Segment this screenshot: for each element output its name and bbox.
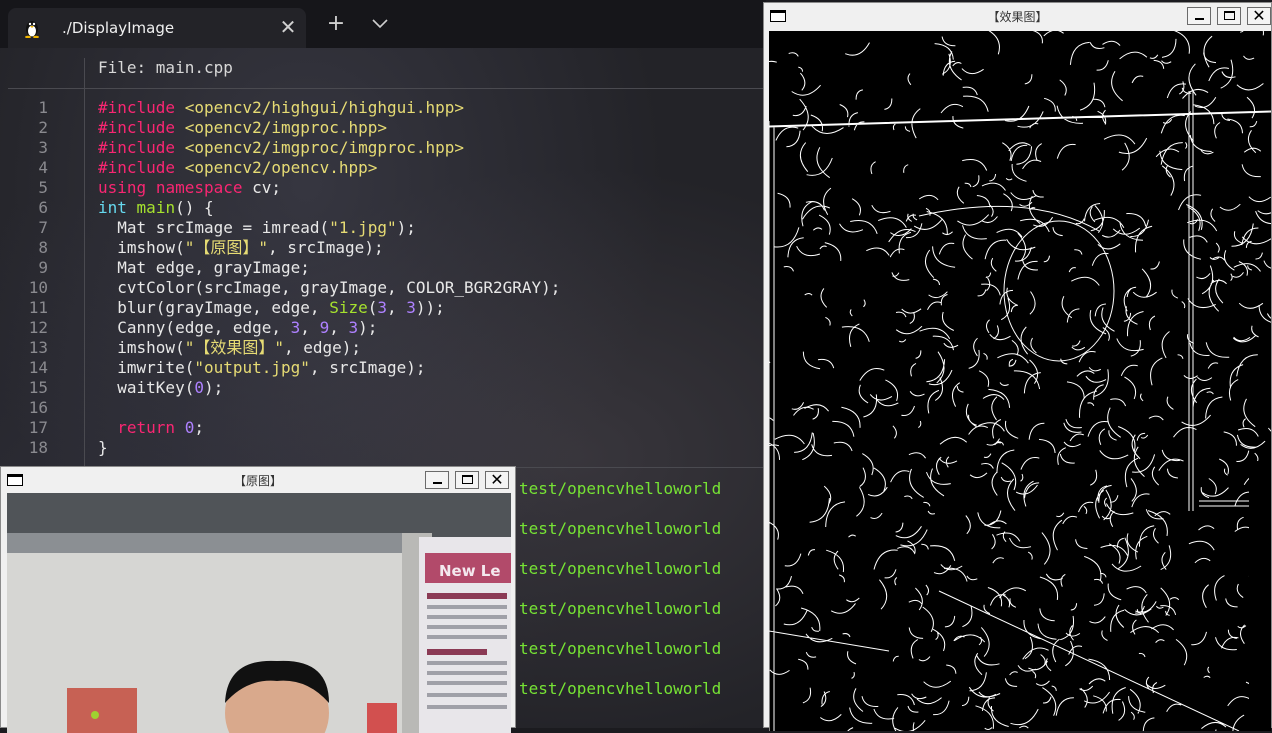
terminal-output-line: test/opencvhelloworld <box>519 559 722 578</box>
new-tab-button[interactable]: + <box>322 12 350 36</box>
code-line: #include <opencv2/imgproc/imgproc.hpp> <box>98 138 465 157</box>
close-button[interactable]: ✕ <box>485 470 509 489</box>
canny-edge-image <box>769 31 1271 731</box>
original-photo: New Le <box>7 493 511 733</box>
maximize-button[interactable] <box>455 471 479 489</box>
code-line: using namespace cv; <box>98 178 282 197</box>
tab-close-icon[interactable]: ✕ <box>276 15 300 39</box>
code-line: return 0; <box>117 418 204 437</box>
line-number: 16 <box>28 398 48 417</box>
linux-penguin-icon <box>25 21 39 38</box>
line-number: 4 <box>38 158 48 177</box>
code-line: #include <opencv2/imgproc.hpp> <box>98 118 387 137</box>
file-header: File: main.cpp <box>98 58 233 77</box>
line-number: 11 <box>28 298 48 317</box>
code-line: } <box>98 438 108 457</box>
line-number: 3 <box>38 138 48 157</box>
minimize-icon <box>1195 18 1204 20</box>
tab-title: ./DisplayImage <box>62 19 175 37</box>
code-line: imwrite("output.jpg", srcImage); <box>98 358 426 377</box>
code-line: Mat edge, grayImage; <box>98 258 310 277</box>
code-line: cvtColor(srcImage, grayImage, COLOR_BGR2… <box>98 278 561 297</box>
maximize-icon <box>1224 11 1235 20</box>
line-number: 14 <box>28 358 48 377</box>
maximize-icon <box>462 475 473 484</box>
code-line: #include <opencv2/highgui/highgui.hpp> <box>98 98 465 117</box>
minimize-button[interactable] <box>1187 7 1211 25</box>
line-number: 7 <box>38 218 48 237</box>
svg-text:New Le: New Le <box>439 562 501 580</box>
line-number: 2 <box>38 118 48 137</box>
terminal-output-line: test/opencvhelloworld <box>519 479 722 498</box>
original-photo-drawing: New Le <box>7 493 511 733</box>
close-button[interactable]: ✕ <box>1247 6 1271 25</box>
window-titlebar[interactable]: 【效果图】 ✕ <box>764 3 1271 29</box>
code-line: Mat srcImage = imread("1.jpg"); <box>98 218 416 237</box>
line-number: 10 <box>28 278 48 297</box>
terminal-output-line: test/opencvhelloworld <box>519 519 722 538</box>
terminal-output-line: test/opencvhelloworld <box>519 639 722 658</box>
line-number: 5 <box>38 178 48 197</box>
line-number: 9 <box>38 258 48 277</box>
tab-bar: ./DisplayImage ✕ + <box>0 0 766 48</box>
line-number: 8 <box>38 238 48 257</box>
chevron-down-icon[interactable] <box>368 14 392 34</box>
code-line: imshow("【原图】", srcImage); <box>98 238 384 257</box>
line-number: 6 <box>38 198 48 217</box>
minimize-icon <box>433 482 442 484</box>
close-icon: ✕ <box>1252 6 1266 25</box>
minimize-button[interactable] <box>425 471 449 489</box>
effect-image-window[interactable]: 【效果图】 ✕ <box>763 2 1272 731</box>
line-number: 17 <box>28 418 48 437</box>
code-line: int main() { <box>98 198 214 217</box>
line-number: 12 <box>28 318 48 337</box>
line-number: 13 <box>28 338 48 357</box>
line-number: 1 <box>38 98 48 117</box>
gutter-divider <box>84 58 85 468</box>
code-line: waitKey(0); <box>98 378 224 397</box>
code-line: Canny(edge, edge, 3, 9, 3); <box>98 318 378 337</box>
header-divider <box>8 88 766 89</box>
canny-edge-drawing <box>769 31 1271 731</box>
terminal-output-line: test/opencvhelloworld <box>519 679 722 698</box>
window-titlebar[interactable]: 【原图】 ✕ <box>1 467 515 493</box>
code-line: #include <opencv2/opencv.hpp> <box>98 158 378 177</box>
maximize-button[interactable] <box>1217 7 1241 25</box>
line-number: 18 <box>28 438 48 457</box>
original-image-window[interactable]: 【原图】 ✕ New Le <box>0 466 516 733</box>
line-number: 15 <box>28 378 48 397</box>
close-icon: ✕ <box>490 470 504 489</box>
tab-displayimage[interactable]: ./DisplayImage ✕ <box>8 8 306 48</box>
terminal-output-line: test/opencvhelloworld <box>519 599 722 618</box>
code-line: imshow("【效果图】", edge); <box>98 338 362 357</box>
code-line: blur(grayImage, edge, Size(3, 3)); <box>98 298 445 317</box>
